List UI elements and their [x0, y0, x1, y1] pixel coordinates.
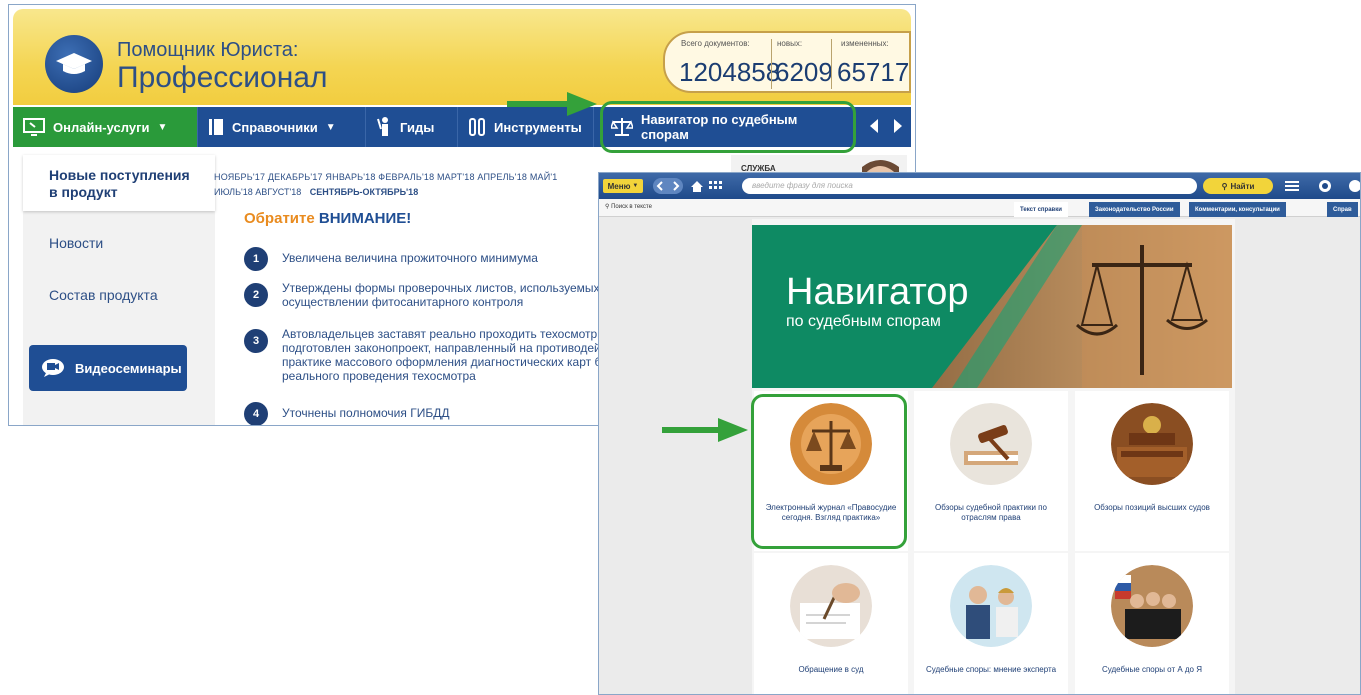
- nav-online-services[interactable]: Онлайн-услуги ▼: [13, 107, 198, 147]
- green-arrow-icon: [662, 418, 748, 442]
- card-caption: Обзоры позиций высших судов: [1094, 503, 1210, 512]
- search-icon: ⚲: [605, 204, 610, 210]
- search-in-text-label: Поиск в тексте: [611, 204, 652, 210]
- courtroom-icon: [1111, 403, 1193, 485]
- nav-buttons: [653, 178, 722, 194]
- nav-online-label: Онлайн-услуги: [53, 119, 150, 135]
- news-item[interactable]: 2 Утверждены формы проверочных листов, и…: [244, 281, 614, 309]
- menu-label: Меню: [607, 181, 631, 191]
- news-item[interactable]: 1 Увеличена величина прожиточного миниму…: [244, 247, 644, 271]
- banner-title: Навигатор: [786, 271, 969, 313]
- app-name-bottom: Профессионал: [117, 61, 328, 94]
- banner-subtitle: по судебным спорам: [786, 313, 941, 330]
- attention-heading: Обратите ВНИМАНИЕ!: [244, 210, 411, 227]
- month-active[interactable]: СЕНТЯБРЬ-ОКТЯБРЬ'18: [310, 187, 418, 197]
- toolbar-icons: [1285, 180, 1360, 192]
- sidebar-item-new-arrivals-label: Новые поступления в продукт: [49, 167, 190, 200]
- stat-changed-value: 65717: [837, 57, 910, 87]
- card-expert-opinion[interactable]: Судебные споры: мнение эксперта: [914, 553, 1068, 694]
- news-text[interactable]: Автовладельцев заставят реально проходит…: [282, 327, 616, 383]
- nav-guides[interactable]: Гиды: [366, 107, 458, 147]
- news-number: 3: [244, 329, 268, 353]
- find-button[interactable]: ⚲ Найти: [1203, 178, 1273, 194]
- card-disputes-a-to-z[interactable]: Судебные споры от А до Я: [1075, 553, 1229, 694]
- tab-reference-text[interactable]: Текст справки: [1014, 202, 1068, 217]
- nav-references[interactable]: Справочники ▼: [198, 107, 366, 147]
- card-court-appeal[interactable]: Обращение в суд: [754, 553, 908, 694]
- news-item[interactable]: 3 Автовладельцев заставят реально проход…: [244, 327, 616, 383]
- months-list-2[interactable]: ИЮЛЬ'18 АВГУСТ'18 СЕНТЯБРЬ-ОКТЯБРЬ'18: [214, 187, 418, 197]
- chevron-down-icon: ▼: [157, 121, 168, 133]
- news-number: 1: [244, 247, 268, 271]
- app-header: Помощник Юриста: Профессионал Всего доку…: [13, 9, 911, 105]
- sidebar-item-composition[interactable]: Состав продукта: [49, 287, 158, 303]
- search-icon: ⚲: [1221, 181, 1228, 191]
- navigator-highlight-frame: [600, 101, 856, 153]
- tools-icon: [468, 117, 486, 137]
- monitor-icon: [23, 118, 45, 136]
- search-in-text[interactable]: ⚲ Поиск в тексте: [605, 203, 652, 210]
- nav-references-label: Справочники: [232, 119, 318, 135]
- news-text[interactable]: Уточнены полномочия ГИБДД: [282, 406, 449, 425]
- card-caption: Обращение в суд: [798, 665, 864, 674]
- news-number: 4: [244, 402, 268, 425]
- attention-word-a: Обратите: [244, 210, 315, 227]
- news-text[interactable]: Увеличена величина прожиточного минимума: [282, 251, 538, 271]
- arrow-right-icon: [893, 118, 903, 137]
- tab-legislation[interactable]: Законодательство России: [1089, 202, 1180, 217]
- card-practice-reviews[interactable]: Обзоры судебной практики по отраслям пра…: [914, 391, 1068, 551]
- stat-new-caption: новых:: [777, 39, 803, 48]
- months-list[interactable]: НОЯБРЬ'17 ДЕКАБРЬ'17 ЯНВАРЬ'18 ФЕВРАЛЬ'1…: [214, 172, 558, 182]
- stat-new-value: 6209: [775, 57, 833, 87]
- video-chat-icon: [41, 358, 65, 378]
- arrow-left-icon: [869, 118, 879, 137]
- book-icon: [208, 118, 224, 136]
- card-caption: Обзоры судебной практики по отраслям пра…: [935, 503, 1047, 522]
- card-high-courts[interactable]: Обзоры позиций высших судов: [1075, 391, 1229, 551]
- green-arrow-icon: [507, 92, 597, 116]
- navigator-banner: Навигатор по судебным спорам: [752, 225, 1232, 388]
- app-name-top: Помощник Юриста:: [117, 39, 299, 61]
- chevron-down-icon: ▼: [632, 183, 639, 189]
- nav-tools-label: Инструменты: [494, 119, 582, 135]
- months-older[interactable]: ИЮЛЬ'18 АВГУСТ'18: [214, 187, 301, 197]
- navigator-toolbar: Меню ▼ введите фразу для поиска ⚲ Найти: [599, 173, 1360, 199]
- nav-scroll-left[interactable]: [863, 107, 885, 147]
- stat-changed-caption: измененных:: [841, 39, 889, 48]
- attention-word-b: ВНИМАНИЕ!: [318, 210, 412, 227]
- nav-scroll-right[interactable]: [887, 107, 909, 147]
- news-text[interactable]: Утверждены формы проверочных листов, исп…: [282, 281, 614, 309]
- menu-button[interactable]: Меню ▼: [603, 179, 643, 193]
- stat-total-caption: Всего документов:: [681, 39, 750, 48]
- sidebar-item-news[interactable]: Новости: [49, 235, 103, 251]
- writing-icon: [790, 565, 872, 647]
- document-stats: Всего документов: 1204858 новых: 6209 из…: [663, 31, 911, 93]
- news-number: 2: [244, 283, 268, 307]
- news-item[interactable]: 4 Уточнены полномочия ГИБДД: [244, 402, 644, 425]
- search-input[interactable]: введите фразу для поиска: [742, 178, 1197, 194]
- experts-icon: [950, 565, 1032, 647]
- card-caption: Судебные споры: мнение эксперта: [925, 665, 1057, 674]
- tab-comments[interactable]: Комментарии, консультации: [1189, 202, 1286, 217]
- gavel-icon: [950, 403, 1032, 485]
- find-label: Найти: [1230, 181, 1255, 191]
- card-caption: Судебные споры от А до Я: [1102, 665, 1202, 674]
- stat-total-value: 1204858: [679, 57, 781, 87]
- chevron-down-icon: ▼: [325, 121, 336, 133]
- navigator-subbar: ⚲ Поиск в тексте Текст справки Законодат…: [599, 199, 1360, 217]
- video-seminars-label: Видеосеминары: [75, 360, 182, 376]
- journal-highlight-frame: [751, 394, 907, 549]
- tab-references[interactable]: Справ: [1327, 202, 1358, 217]
- video-seminars-button[interactable]: Видеосеминары: [29, 345, 187, 391]
- graduation-cap-logo-icon: [45, 35, 103, 93]
- nav-guides-label: Гиды: [400, 119, 435, 135]
- guide-person-icon: [376, 117, 392, 137]
- judges-icon: [1111, 565, 1193, 647]
